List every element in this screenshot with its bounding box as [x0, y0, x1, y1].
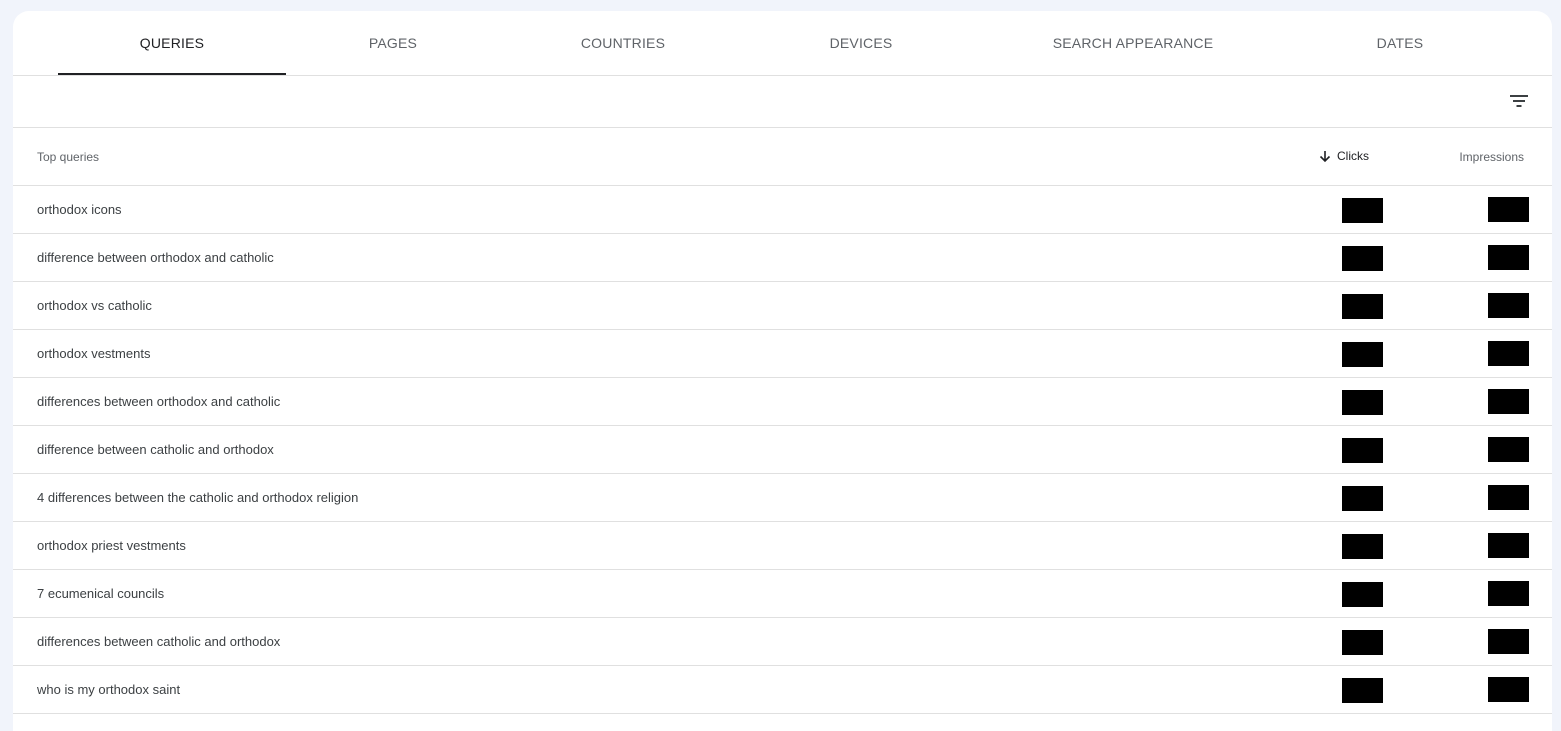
- arrow-down-icon: [1319, 150, 1331, 162]
- filter-list-icon: [1510, 95, 1528, 107]
- redacted-impressions: [1488, 293, 1529, 318]
- table-row[interactable]: orthodox vs catholic: [13, 282, 1552, 330]
- query-text: differences between catholic and orthodo…: [37, 634, 281, 649]
- redacted-impressions: [1488, 341, 1529, 366]
- table-row[interactable]: difference between catholic and orthodox: [13, 426, 1552, 474]
- performance-table-card: QUERIES PAGES COUNTRIES DEVICES SEARCH A…: [13, 11, 1552, 731]
- redacted-impressions: [1488, 677, 1529, 702]
- column-header-clicks[interactable]: Clicks: [1319, 149, 1369, 163]
- redacted-impressions: [1488, 629, 1529, 654]
- tab-queries[interactable]: QUERIES: [58, 11, 286, 75]
- redacted-clicks: [1342, 198, 1383, 223]
- table-row[interactable]: who is my orthodox saint: [13, 666, 1552, 714]
- table-row[interactable]: differences between catholic and orthodo…: [13, 618, 1552, 666]
- tab-countries[interactable]: COUNTRIES: [543, 11, 703, 75]
- column-header-impressions[interactable]: Impressions: [1459, 150, 1524, 164]
- redacted-clicks: [1342, 630, 1383, 655]
- redacted-clicks: [1342, 486, 1383, 511]
- redacted-impressions: [1488, 197, 1529, 222]
- redacted-impressions: [1488, 485, 1529, 510]
- query-text: 4 differences between the catholic and o…: [37, 490, 359, 505]
- redacted-impressions: [1488, 389, 1529, 414]
- filter-button[interactable]: [1506, 88, 1532, 114]
- query-text: orthodox priest vestments: [37, 538, 186, 553]
- table-row[interactable]: orthodox icons: [13, 186, 1552, 234]
- query-text: difference between orthodox and catholic: [37, 250, 274, 265]
- redacted-clicks: [1342, 438, 1383, 463]
- column-header-top-queries: Top queries: [37, 150, 100, 164]
- tab-dates[interactable]: DATES: [1320, 11, 1480, 75]
- redacted-impressions: [1488, 533, 1529, 558]
- redacted-impressions: [1488, 245, 1529, 270]
- tab-search-appearance[interactable]: SEARCH APPEARANCE: [1033, 11, 1233, 75]
- clicks-label: Clicks: [1337, 149, 1369, 163]
- table-header: Top queries Clicks Impressions: [13, 128, 1552, 186]
- redacted-impressions: [1488, 581, 1529, 606]
- query-text: orthodox vestments: [37, 346, 151, 361]
- query-text: difference between catholic and orthodox: [37, 442, 274, 457]
- table-row[interactable]: 7 ecumenical councils: [13, 570, 1552, 618]
- table-row[interactable]: difference between orthodox and catholic: [13, 234, 1552, 282]
- dimension-tabs: QUERIES PAGES COUNTRIES DEVICES SEARCH A…: [13, 11, 1552, 76]
- query-text: orthodox icons: [37, 202, 122, 217]
- table-row[interactable]: orthodox vestments: [13, 330, 1552, 378]
- query-text: who is my orthodox saint: [37, 682, 181, 697]
- tab-pages[interactable]: PAGES: [313, 11, 473, 75]
- redacted-clicks: [1342, 582, 1383, 607]
- tab-devices[interactable]: DEVICES: [781, 11, 941, 75]
- query-text: orthodox vs catholic: [37, 298, 152, 313]
- redacted-clicks: [1342, 294, 1383, 319]
- redacted-clicks: [1342, 246, 1383, 271]
- table-row[interactable]: 4 differences between the catholic and o…: [13, 474, 1552, 522]
- query-text: differences between orthodox and catholi…: [37, 394, 281, 409]
- table-row[interactable]: orthodox priest vestments: [13, 522, 1552, 570]
- redacted-clicks: [1342, 534, 1383, 559]
- table-row[interactable]: differences between orthodox and catholi…: [13, 378, 1552, 426]
- redacted-impressions: [1488, 437, 1529, 462]
- table-toolbar: [13, 76, 1552, 128]
- redacted-clicks: [1342, 390, 1383, 415]
- redacted-clicks: [1342, 678, 1383, 703]
- query-text: 7 ecumenical councils: [37, 586, 165, 601]
- redacted-clicks: [1342, 342, 1383, 367]
